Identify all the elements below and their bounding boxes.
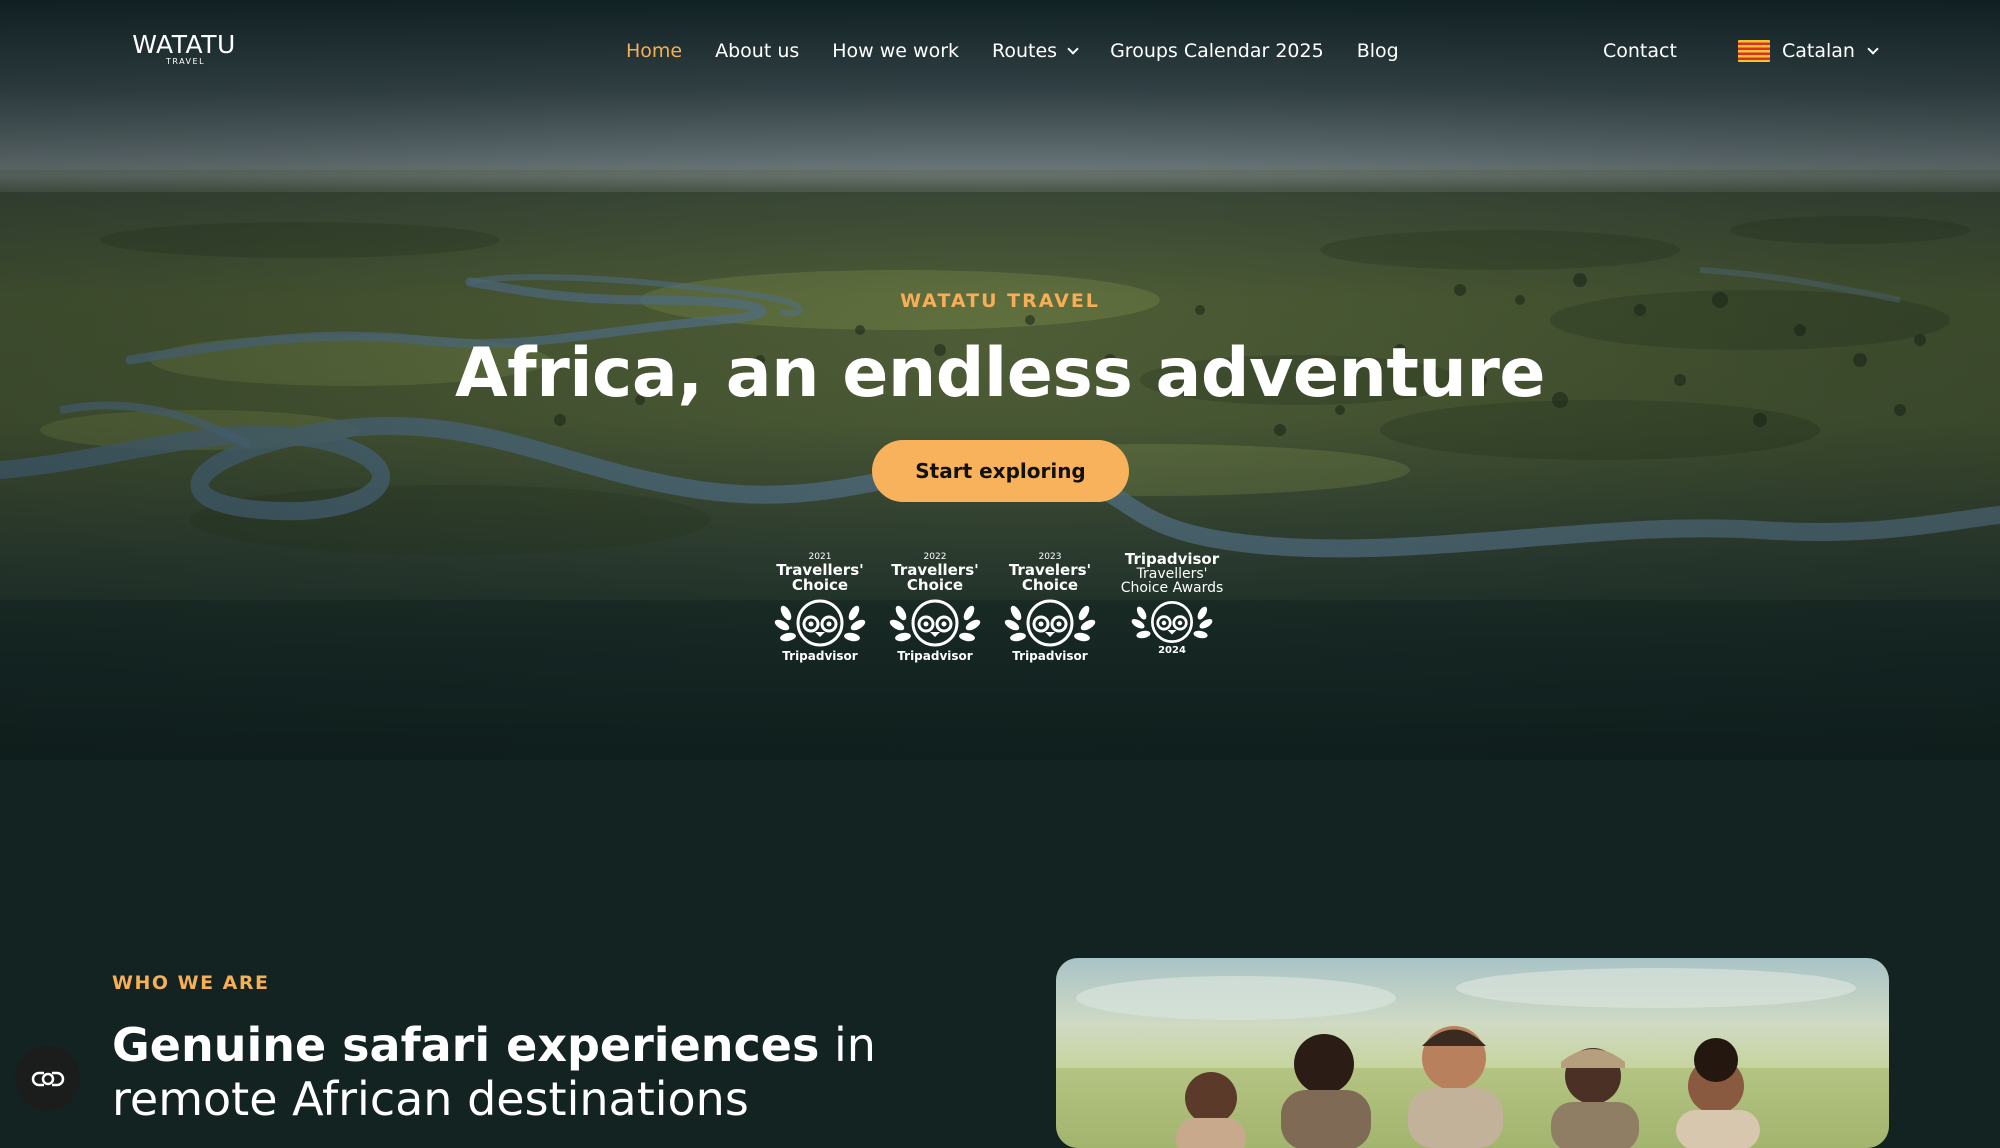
language-selector[interactable]: Catalan <box>1738 38 1879 64</box>
chevron-down-icon <box>1867 42 1879 55</box>
top-navbar: WATATU TRAVEL Home About us How we work … <box>0 0 2000 100</box>
tripadvisor-laurel-owl-icon <box>1131 601 1213 643</box>
nav-item-home[interactable]: Home <box>626 40 682 62</box>
watatu-logo[interactable]: WATATU TRAVEL <box>129 30 239 67</box>
tripadvisor-awards: 2021 Travellers' Choice Tripadvisor 2022… <box>770 552 1230 672</box>
hero-eyebrow: WATATU TRAVEL <box>900 290 1100 312</box>
nav-item-blog[interactable]: Blog <box>1357 40 1399 62</box>
main-nav: Home About us How we work Routes Groups … <box>626 38 1432 64</box>
award-brand: Tripadvisor <box>897 649 973 663</box>
contact-link[interactable]: Contact <box>1603 38 1677 64</box>
award-line1: Tripadvisor <box>1124 550 1220 568</box>
award-line2: Choice <box>906 576 964 594</box>
chevron-down-icon <box>1067 42 1079 55</box>
tripadvisor-laurel-owl-icon <box>889 599 981 647</box>
nav-item-label: How we work <box>832 40 960 62</box>
start-exploring-button[interactable]: Start exploring <box>872 440 1129 502</box>
nav-item-label: Home <box>626 40 683 62</box>
tripadvisor-laurel-owl-icon <box>1004 599 1096 647</box>
award-line3: Choice Awards <box>1120 580 1224 596</box>
nav-item-how-we-work[interactable]: How we work <box>832 40 959 62</box>
who-title-bold: Genuine safari experiences <box>112 1018 820 1072</box>
nav-item-label: Routes <box>992 40 1058 62</box>
nav-item-about-us[interactable]: About us <box>715 40 799 62</box>
accessibility-button[interactable] <box>15 1046 80 1111</box>
hero-section: WATATU TRAVEL Africa, an endless adventu… <box>0 0 2000 760</box>
nav-item-routes[interactable]: Routes <box>992 40 1079 62</box>
nav-item-label: Blog <box>1356 40 1399 62</box>
award-line2: Choice <box>791 576 849 594</box>
award-line2: Choice <box>1021 576 1079 594</box>
award-badge-2021: 2021 Travellers' Choice Tripadvisor <box>770 552 870 672</box>
award-line2: Travellers' <box>1136 566 1208 582</box>
who-we-are-eyebrow: WHO WE ARE <box>112 972 270 994</box>
tripadvisor-laurel-owl-icon <box>774 599 866 647</box>
nav-item-label: Groups Calendar 2025 <box>1110 40 1324 62</box>
award-brand: Tripadvisor <box>1012 649 1088 663</box>
link-icon <box>31 1071 64 1086</box>
award-badge-2022: 2022 Travellers' Choice Tripadvisor <box>885 552 985 672</box>
award-year: 2024 <box>1158 645 1186 656</box>
nav-item-label: About us <box>715 40 800 62</box>
team-photo-illustration <box>1056 968 1889 1148</box>
nav-item-groups-calendar[interactable]: Groups Calendar 2025 <box>1110 40 1324 62</box>
catalan-flag-icon <box>1738 40 1770 62</box>
who-we-are-title: Genuine safari experiences in remote Afr… <box>112 1018 912 1126</box>
award-brand: Tripadvisor <box>782 649 858 663</box>
award-badge-2023: 2023 Travelers' Choice Tripadvisor <box>1000 552 1100 672</box>
hero-title: Africa, an endless adventure <box>455 334 1545 413</box>
team-photo <box>1056 958 1889 1148</box>
logo-wordmark: WATATU <box>132 30 236 59</box>
award-badge-2024: Tripadvisor Travellers' Choice Awards 20… <box>1113 552 1231 672</box>
language-label: Catalan <box>1782 40 1855 62</box>
